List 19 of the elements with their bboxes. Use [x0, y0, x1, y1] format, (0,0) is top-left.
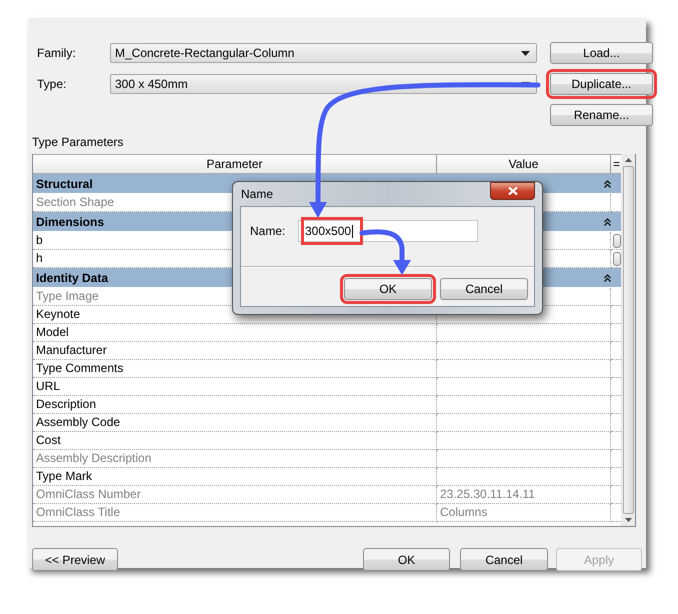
parameter-cell: Type Comments — [33, 360, 437, 378]
parameter-cell: Assembly Description — [33, 450, 437, 468]
group-label: Identity Data — [36, 270, 108, 284]
parameter-cell: Cost — [33, 432, 437, 450]
parameter-cell: Assembly Code — [33, 414, 437, 432]
parameter-cell: Manufacturer — [33, 342, 437, 360]
value-cell: Columns — [437, 504, 611, 522]
parameter-cell: Model — [33, 324, 437, 342]
parameter-cell: URL — [33, 378, 437, 396]
parameter-cell: Type Mark — [33, 468, 437, 486]
parameter-cell: OmniClass Number — [33, 486, 437, 504]
parameter-cell: Description — [33, 396, 437, 414]
group-label: Structural — [36, 176, 93, 190]
type-label: Type: — [37, 77, 68, 91]
parameter-cell: OmniClass Title — [33, 504, 437, 522]
value-cell: 23.25.30.11.14.11 — [437, 486, 611, 504]
group-label: Dimensions — [36, 214, 104, 228]
family-label: Family: — [37, 46, 77, 60]
section-title: Type Parameters — [32, 134, 124, 150]
